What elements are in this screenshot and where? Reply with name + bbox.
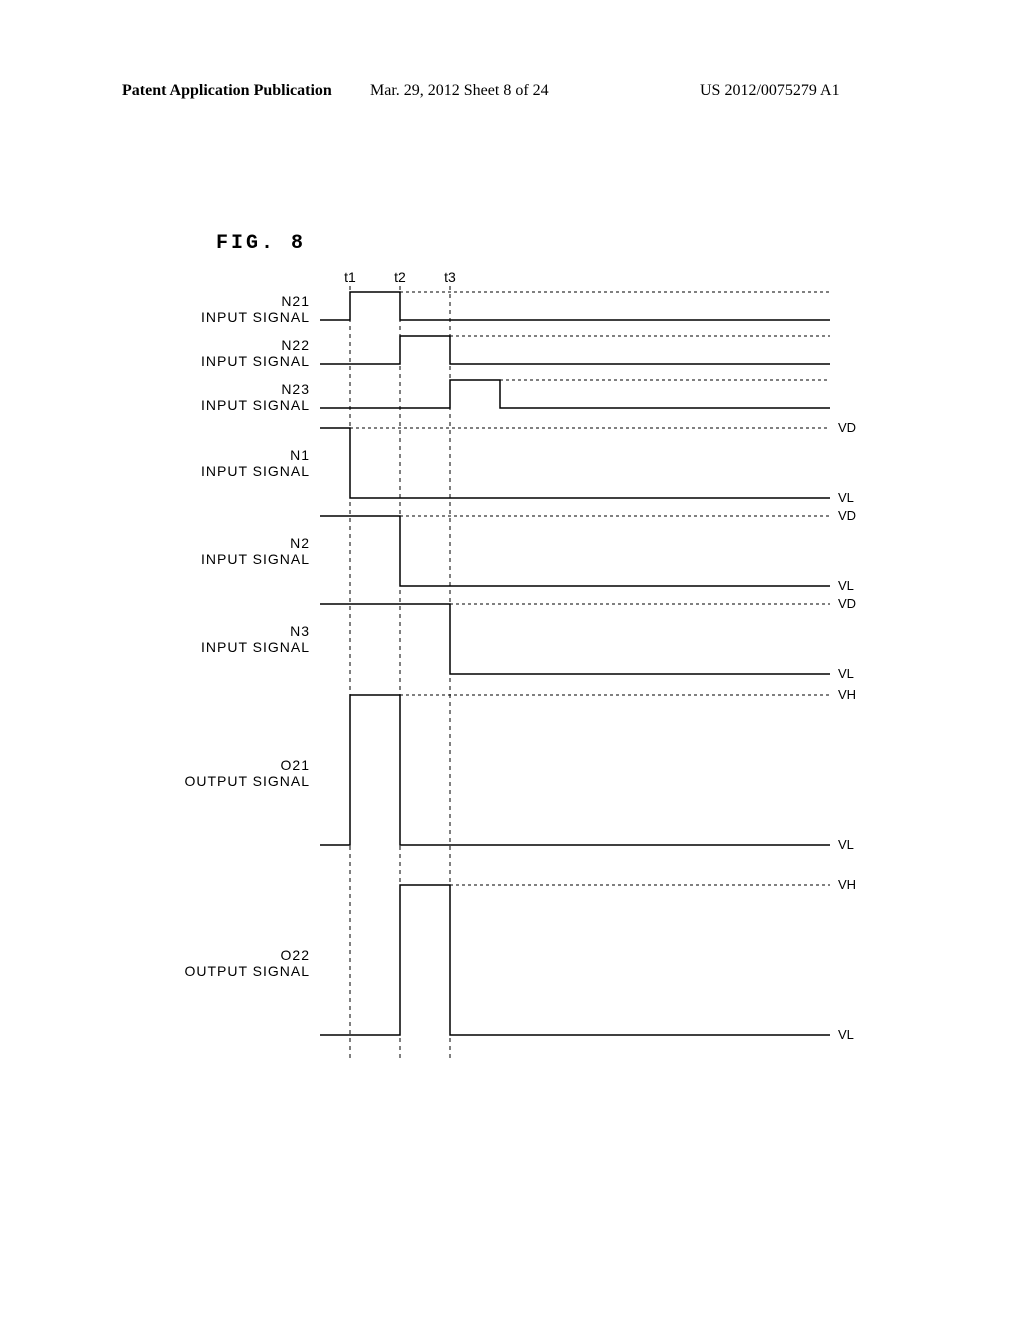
header-doc-number: US 2012/0075279 A1 <box>700 82 840 100</box>
svg-text:VD: VD <box>838 596 856 611</box>
svg-text:N2: N2 <box>290 535 310 551</box>
svg-text:INPUT SIGNAL: INPUT SIGNAL <box>201 639 310 655</box>
svg-text:N3: N3 <box>290 623 310 639</box>
time-t1: t1 <box>344 270 356 285</box>
svg-text:VL: VL <box>838 490 854 505</box>
svg-text:VH: VH <box>838 687 856 702</box>
svg-text:VL: VL <box>838 1027 854 1042</box>
svg-text:INPUT SIGNAL: INPUT SIGNAL <box>201 397 310 413</box>
figure-title: FIG. 8 <box>216 232 306 255</box>
svg-text:INPUT SIGNAL: INPUT SIGNAL <box>201 551 310 567</box>
header-publication: Patent Application Publication <box>122 82 332 100</box>
time-t3: t3 <box>444 270 456 285</box>
signal-o21: O21 OUTPUT SIGNAL VH VL <box>184 687 856 852</box>
signal-n21: N21 INPUT SIGNAL <box>201 292 830 325</box>
svg-text:VL: VL <box>838 666 854 681</box>
svg-text:VH: VH <box>838 877 856 892</box>
timing-diagram: t1 t2 t3 N21 INPUT SIGNAL N22 INPUT SIGN… <box>120 270 900 1070</box>
signal-o22: O22 OUTPUT SIGNAL VH VL <box>184 877 856 1042</box>
svg-text:VL: VL <box>838 837 854 852</box>
svg-text:VL: VL <box>838 578 854 593</box>
signal-n23: N23 INPUT SIGNAL <box>201 380 830 413</box>
svg-text:OUTPUT SIGNAL: OUTPUT SIGNAL <box>184 963 310 979</box>
svg-text:N23: N23 <box>281 381 310 397</box>
svg-text:O22: O22 <box>281 947 310 963</box>
svg-text:N22: N22 <box>281 337 310 353</box>
header-date-sheet: Mar. 29, 2012 Sheet 8 of 24 <box>370 82 549 100</box>
svg-text:INPUT SIGNAL: INPUT SIGNAL <box>201 353 310 369</box>
svg-text:INPUT SIGNAL: INPUT SIGNAL <box>201 463 310 479</box>
signal-n2: N2 INPUT SIGNAL VD VL <box>201 508 856 593</box>
svg-text:O21: O21 <box>281 757 310 773</box>
signal-n3: N3 INPUT SIGNAL VD VL <box>201 596 856 681</box>
svg-text:OUTPUT SIGNAL: OUTPUT SIGNAL <box>184 773 310 789</box>
svg-text:INPUT SIGNAL: INPUT SIGNAL <box>201 309 310 325</box>
svg-text:N1: N1 <box>290 447 310 463</box>
signal-n22: N22 INPUT SIGNAL <box>201 336 830 369</box>
svg-text:VD: VD <box>838 420 856 435</box>
time-t2: t2 <box>394 270 406 285</box>
svg-text:VD: VD <box>838 508 856 523</box>
signal-n1: N1 INPUT SIGNAL VD VL <box>201 420 856 505</box>
svg-text:N21: N21 <box>281 293 310 309</box>
